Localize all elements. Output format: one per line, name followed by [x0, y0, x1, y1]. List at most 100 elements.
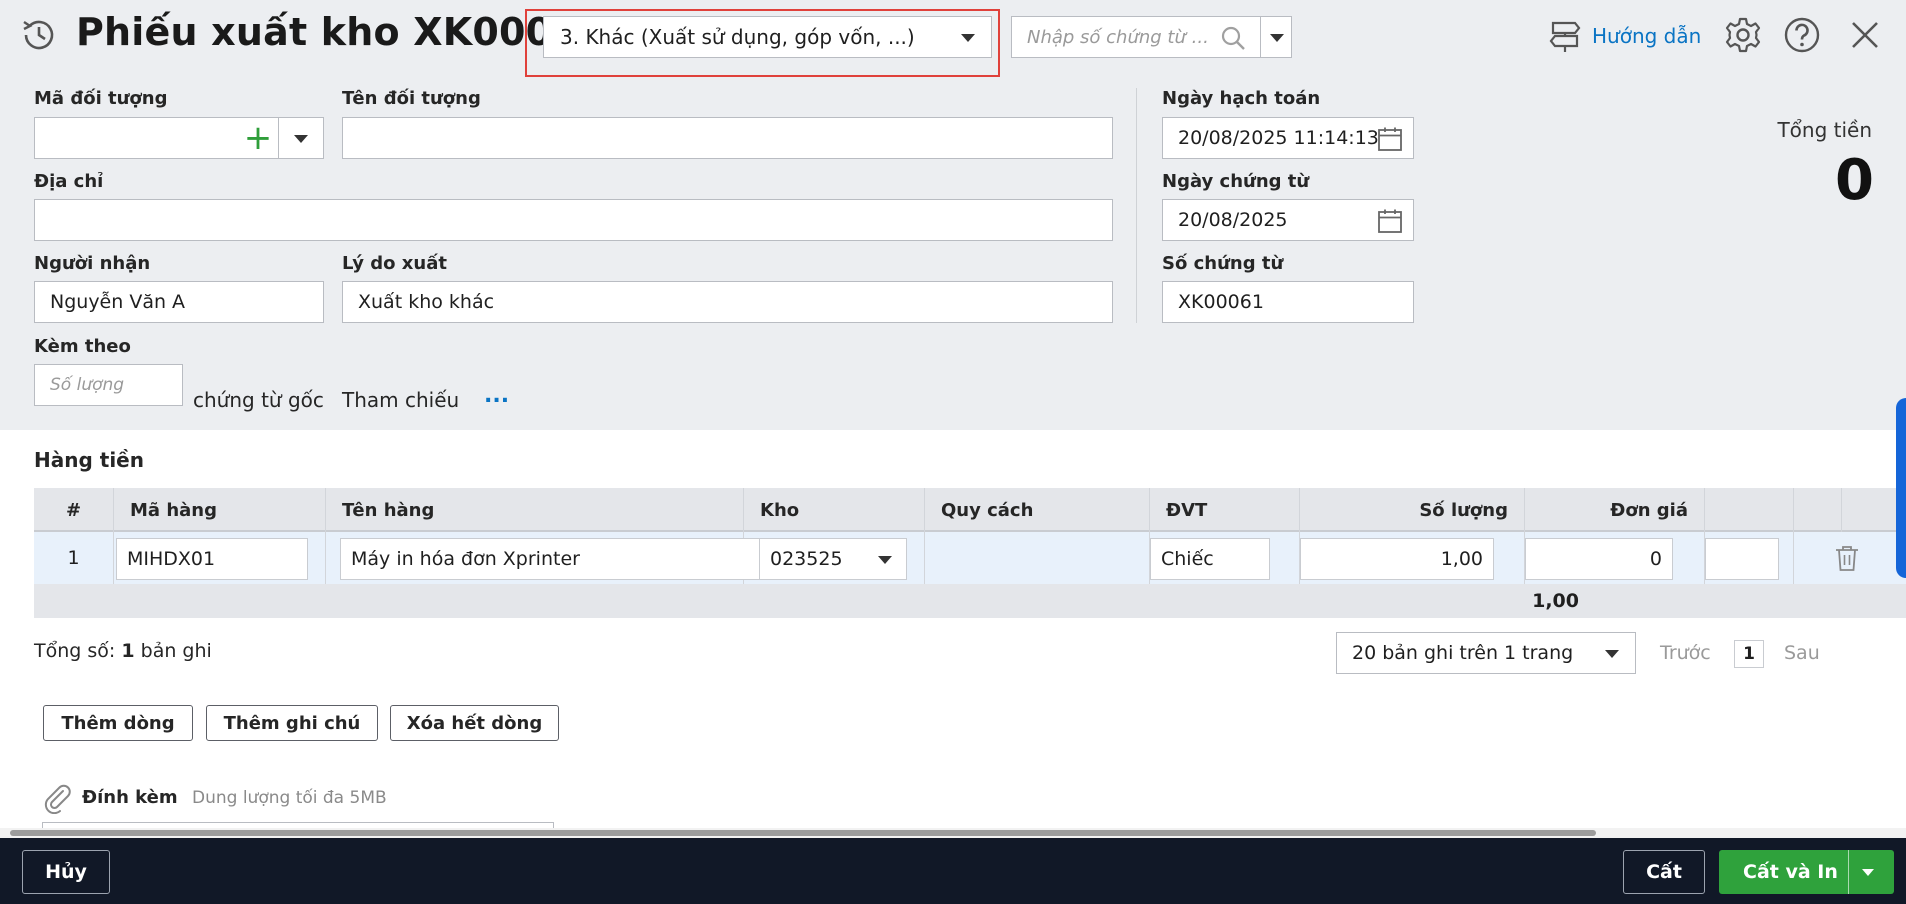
row-unit-cell: Chiếc	[1150, 532, 1300, 584]
pager-current-page[interactable]: 1	[1734, 640, 1764, 668]
grid-summary-row: 1,00	[34, 584, 1906, 618]
footer-bar: Hủy Cất Cất và In	[0, 838, 1906, 904]
issue-type-select[interactable]: 3. Khác (Xuất sử dụng, góp vốn, ...)	[543, 16, 992, 58]
signpost-icon	[1549, 21, 1581, 52]
col-unit: ĐVT	[1150, 488, 1300, 532]
add-note-button[interactable]: Thêm ghi chú	[206, 705, 378, 741]
page-size-value: 20 bản ghi trên 1 trang	[1352, 642, 1574, 664]
col-code: Mã hàng	[114, 488, 326, 532]
attached-quantity-placeholder: Số lượng	[50, 375, 125, 395]
col-spec: Quy cách	[925, 488, 1150, 532]
chevron-down-icon[interactable]	[1862, 869, 1874, 876]
posting-date-value: 20/08/2025 11:14:13	[1178, 127, 1379, 149]
form-divider	[1136, 88, 1137, 323]
row-warehouse-value: 023525	[770, 548, 843, 570]
horizontal-scrollbar[interactable]	[0, 828, 1906, 838]
table-row[interactable]: 1 MIHDX01 Máy in hóa đơn Xprinter 023525…	[34, 532, 1906, 584]
row-price-input[interactable]: 0	[1525, 538, 1673, 580]
search-icon[interactable]	[1220, 25, 1246, 51]
calendar-icon[interactable]	[1377, 208, 1403, 234]
object-name-label: Tên đối tượng	[342, 88, 481, 109]
row-code-cell: MIHDX01	[114, 532, 326, 584]
section-title: Hàng tiền	[34, 448, 144, 472]
reference-label: Tham chiếu	[342, 388, 460, 412]
posting-date-label: Ngày hạch toán	[1162, 88, 1321, 109]
row-name-cell: Máy in hóa đơn Xprinter	[326, 532, 760, 584]
help-icon[interactable]	[1783, 16, 1821, 54]
object-code-label: Mã đối tượng	[34, 88, 168, 109]
doc-no-label: Số chứng từ	[1162, 253, 1284, 274]
doc-date-label: Ngày chứng từ	[1162, 171, 1310, 192]
col-warehouse: Kho	[744, 488, 925, 532]
record-count-prefix: Tổng số:	[34, 640, 116, 662]
chevron-down-icon	[294, 135, 308, 143]
attached-suffix: chứng từ gốc	[193, 388, 324, 412]
row-code-input[interactable]: MIHDX01	[116, 538, 308, 580]
cancel-button[interactable]: Hủy	[22, 850, 110, 894]
total-label: Tổng tiền	[1777, 118, 1872, 142]
gear-icon[interactable]	[1724, 16, 1762, 54]
row-warehouse-select[interactable]: 023525	[759, 538, 907, 580]
object-code-dropdown[interactable]	[278, 117, 324, 159]
row-no: 1	[34, 532, 114, 584]
record-count: Tổng số: 1 bản ghi	[34, 640, 212, 662]
row-name-input[interactable]: Máy in hóa đơn Xprinter	[340, 538, 760, 580]
chevron-down-icon	[878, 556, 892, 564]
row-quantity-cell: 1,00	[1300, 532, 1525, 584]
row-extra-input[interactable]	[1705, 538, 1779, 580]
scrollbar-thumb[interactable]	[10, 830, 1596, 836]
side-panel-tab[interactable]	[1896, 398, 1906, 578]
reason-input[interactable]: Xuất kho khác	[342, 281, 1113, 323]
col-name: Tên hàng	[326, 488, 744, 532]
chevron-down-icon	[961, 34, 975, 42]
attached-label: Kèm theo	[34, 336, 131, 357]
row-quantity-input[interactable]: 1,00	[1300, 538, 1494, 580]
save-print-divider	[1848, 850, 1849, 894]
doc-search-placeholder: Nhập số chứng từ ...	[1027, 26, 1209, 48]
row-price-cell: 0	[1525, 532, 1705, 584]
row-extra-cell	[1705, 532, 1794, 584]
posting-date-input[interactable]: 20/08/2025 11:14:13	[1162, 117, 1414, 159]
col-quantity: Số lượng	[1300, 488, 1525, 532]
clear-rows-button[interactable]: Xóa hết dòng	[390, 705, 559, 741]
doc-no-input[interactable]: XK00061	[1162, 281, 1414, 323]
col-no: #	[34, 488, 114, 532]
issue-type-value: 3. Khác (Xuất sử dụng, góp vốn, ...)	[560, 25, 915, 49]
col-unit-price: Đơn giá	[1525, 488, 1705, 532]
row-spec-cell[interactable]	[925, 532, 1150, 584]
trash-icon[interactable]	[1834, 544, 1860, 572]
guide-link[interactable]: Hướng dẫn	[1548, 16, 1701, 56]
doc-date-value: 20/08/2025	[1178, 209, 1288, 231]
address-label: Địa chỉ	[34, 171, 104, 192]
col-actions	[1794, 488, 1842, 532]
reference-more-link[interactable]: ...	[484, 383, 509, 408]
add-object-icon[interactable]: +	[243, 118, 273, 160]
paperclip-icon[interactable]	[42, 782, 72, 814]
guide-label: Hướng dẫn	[1592, 24, 1702, 48]
row-unit-input[interactable]: Chiếc	[1150, 538, 1270, 580]
grid-header: # Mã hàng Tên hàng Kho Quy cách ĐVT Số l…	[34, 488, 1906, 532]
pager-next-button[interactable]: Sau	[1784, 642, 1820, 664]
close-icon[interactable]	[1846, 16, 1884, 54]
doc-date-input[interactable]: 20/08/2025	[1162, 199, 1414, 241]
receiver-label: Người nhận	[34, 253, 151, 274]
attached-quantity-input[interactable]: Số lượng	[34, 364, 183, 406]
attachment-note: Dung lượng tối đa 5MB	[192, 788, 387, 808]
row-warehouse-cell: 023525	[744, 532, 925, 584]
sum-quantity: 1,00	[1532, 590, 1579, 612]
object-name-input[interactable]	[342, 117, 1113, 159]
pager-prev-button[interactable]: Trước	[1660, 642, 1711, 664]
receiver-input[interactable]: Nguyễn Văn A	[34, 281, 324, 323]
total-value: 0	[1835, 148, 1874, 213]
page-size-select[interactable]: 20 bản ghi trên 1 trang	[1336, 632, 1636, 674]
add-row-button[interactable]: Thêm dòng	[43, 705, 193, 741]
chevron-down-icon	[1605, 650, 1619, 658]
chevron-down-icon	[1270, 34, 1284, 42]
doc-search-dropdown[interactable]	[1260, 16, 1292, 58]
save-button[interactable]: Cất	[1623, 850, 1705, 894]
address-input[interactable]	[34, 199, 1113, 241]
calendar-icon[interactable]	[1377, 126, 1403, 152]
doc-search-input[interactable]: Nhập số chứng từ ...	[1011, 16, 1261, 58]
history-icon[interactable]	[20, 16, 58, 54]
attachment-label: Đính kèm	[82, 787, 178, 808]
